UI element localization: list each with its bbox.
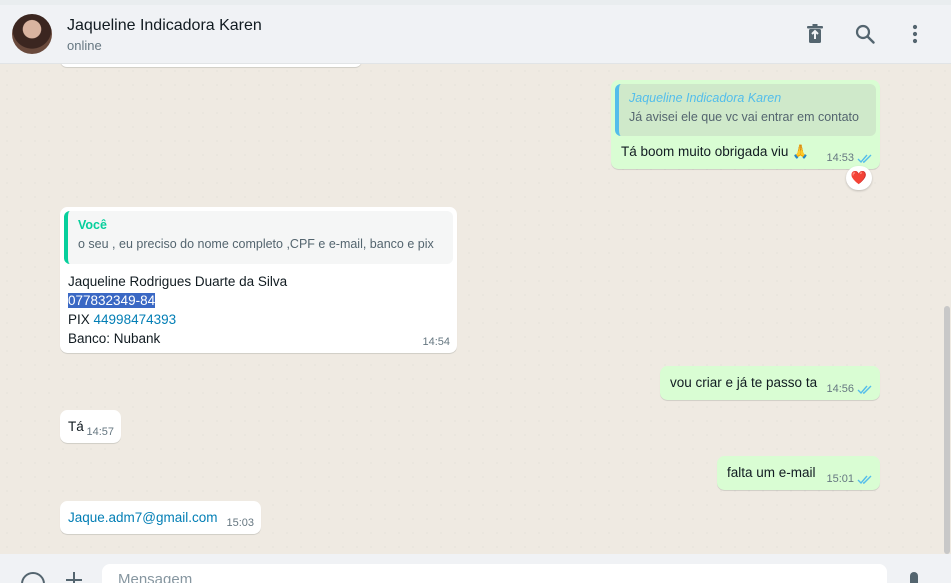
message-time: 14:53	[826, 152, 854, 164]
read-ticks-icon	[857, 154, 872, 163]
heart-reaction[interactable]: ❤️	[846, 166, 872, 190]
pix-label: PIX	[68, 312, 90, 327]
message-body: Tá	[68, 419, 84, 434]
read-ticks-icon	[857, 385, 872, 394]
cpf-selected-text[interactable]: 077832349-84	[68, 293, 156, 308]
message-meta: 14:54	[422, 336, 450, 348]
pix-phone-link[interactable]: 44998474393	[94, 312, 177, 327]
emoji-icon[interactable]	[21, 572, 45, 583]
message-bubble-outgoing[interactable]: vou criar e já te passo ta 14:56	[660, 366, 880, 400]
attach-icon[interactable]	[66, 572, 82, 583]
message-time: 15:01	[826, 473, 854, 485]
menu-icon[interactable]	[903, 22, 927, 46]
quoted-author: Jaqueline Indicadora Karen	[629, 91, 782, 105]
message-bubble-incoming[interactable]: Você o seu , eu preciso do nome completo…	[60, 207, 457, 353]
message-bubble-outgoing[interactable]: falta um e-mail 15:01	[717, 456, 880, 490]
message-meta: 14:56	[826, 383, 873, 395]
quoted-message[interactable]: Jaqueline Indicadora Karen Já avisei ele…	[615, 84, 876, 136]
message-body: falta um e-mail	[727, 465, 816, 480]
message-time: 15:03	[226, 517, 254, 529]
message-bubble-incoming[interactable]: Tá 14:57	[60, 410, 121, 443]
message-text: Tá boom muito obrigada viu 🙏	[621, 144, 809, 160]
message-list[interactable]: Jaqueline Indicadora Karen Já avisei ele…	[0, 64, 951, 554]
full-name-line: Jaqueline Rodrigues Duarte da Silva	[68, 274, 288, 289]
message-input[interactable]	[102, 564, 887, 583]
contact-avatar[interactable]	[12, 14, 52, 54]
microphone-icon[interactable]	[910, 572, 918, 583]
message-meta: 15:01	[826, 473, 873, 485]
message-body: Tá boom muito obrigada viu	[621, 144, 789, 159]
search-icon[interactable]	[853, 22, 877, 46]
praying-hands-emoji: 🙏	[792, 144, 809, 159]
message-time: 14:54	[422, 336, 450, 348]
chat-scrollbar[interactable]	[944, 306, 950, 554]
composer-bar	[0, 554, 951, 583]
quoted-text: Já avisei ele que vc vai entrar em conta…	[629, 110, 859, 124]
message-text: Jaqueline Rodrigues Duarte da Silva 0778…	[68, 272, 287, 348]
email-link[interactable]: Jaque.adm7@gmail.com	[68, 510, 218, 525]
message-body: vou criar e já te passo ta	[670, 375, 818, 390]
message-time: 14:56	[826, 383, 854, 395]
message-bubble-incoming[interactable]: Jaque.adm7@gmail.com 15:03	[60, 501, 261, 534]
message-meta: 14:57	[86, 426, 114, 438]
read-ticks-icon	[857, 475, 872, 484]
message-time: 14:57	[86, 426, 114, 438]
message-meta: 15:03	[226, 517, 254, 529]
quoted-author: Você	[78, 218, 107, 232]
quoted-message[interactable]: Você o seu , eu preciso do nome completo…	[64, 211, 453, 264]
previous-message-bubble	[60, 64, 362, 67]
bank-line: Banco: Nubank	[68, 331, 161, 346]
delete-icon[interactable]	[803, 22, 827, 46]
message-meta: 14:53	[826, 152, 873, 164]
contact-status: online	[67, 38, 102, 53]
contact-name[interactable]: Jaqueline Indicadora Karen	[67, 17, 262, 35]
message-bubble-outgoing[interactable]: Jaqueline Indicadora Karen Já avisei ele…	[611, 80, 880, 169]
chat-header: Jaqueline Indicadora Karen online	[0, 0, 951, 64]
quoted-text: o seu , eu preciso do nome completo ,CPF…	[78, 237, 434, 251]
